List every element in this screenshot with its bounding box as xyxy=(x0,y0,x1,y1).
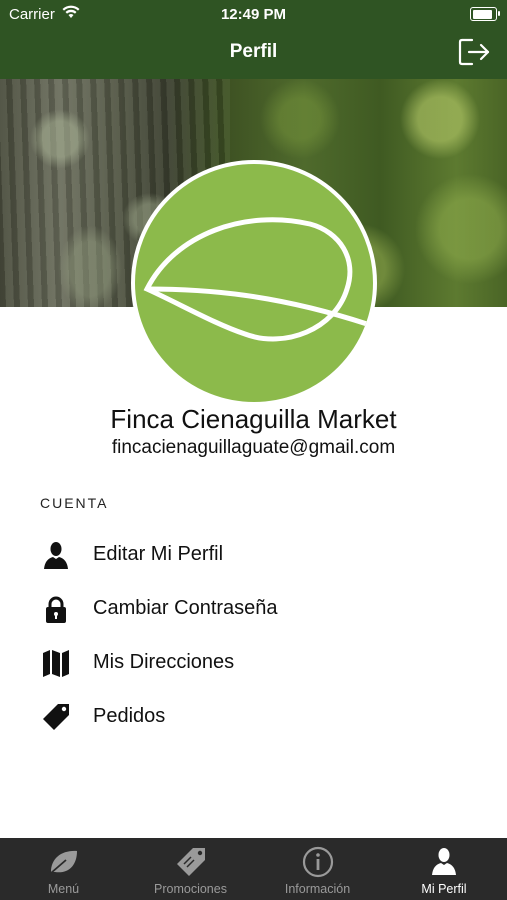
menu-item-label: Mis Direcciones xyxy=(93,651,235,673)
navigation-bar: Carrier 12:49 PM Perfil xyxy=(0,0,507,79)
avatar[interactable] xyxy=(131,160,377,406)
battery-icon xyxy=(470,7,500,21)
profile-email: fincacienaguillaguate@gmail.com xyxy=(111,437,396,458)
lock-icon xyxy=(46,596,66,623)
leaf-icon xyxy=(49,850,77,874)
tab-label: Promociones xyxy=(154,882,227,896)
menu-item-mis-direcciones[interactable]: Mis Direcciones xyxy=(0,638,507,686)
tab-label: Mi Perfil xyxy=(421,882,467,896)
profile-name: Finca Cienaguilla Market xyxy=(110,404,397,434)
logout-icon[interactable] xyxy=(457,37,491,67)
info-icon xyxy=(302,846,333,878)
tab-promociones[interactable]: Promociones xyxy=(127,838,254,900)
leaf-logo-icon xyxy=(143,217,368,342)
tab-informacion[interactable]: Información xyxy=(254,838,381,900)
section-title-cuenta: CUENTA xyxy=(40,495,109,511)
tab-mi-perfil[interactable]: Mi Perfil xyxy=(381,838,507,900)
person-icon xyxy=(44,542,68,569)
status-time: 12:49 PM xyxy=(220,6,287,23)
menu-item-pedidos[interactable]: Pedidos xyxy=(0,692,507,740)
tab-menu[interactable]: Menú xyxy=(0,838,127,900)
person-icon xyxy=(432,848,456,875)
tag-icon xyxy=(43,704,69,730)
tags-icon xyxy=(176,848,205,876)
map-icon xyxy=(43,650,69,677)
menu-item-editar-perfil[interactable]: Editar Mi Perfil xyxy=(0,530,507,578)
menu-item-cambiar-contrasena[interactable]: Cambiar Contraseña xyxy=(0,584,507,632)
menu-item-label: Editar Mi Perfil xyxy=(93,543,224,565)
tab-bar: Menú Promociones Información Mi Perfil xyxy=(0,838,507,900)
menu-item-label: Pedidos xyxy=(93,705,166,727)
menu-item-label: Cambiar Contraseña xyxy=(93,597,278,619)
tab-label: Menú xyxy=(47,882,80,896)
status-bar: Carrier 12:49 PM xyxy=(0,0,507,28)
tab-label: Información xyxy=(284,882,351,896)
page-title: Perfil xyxy=(229,41,278,62)
